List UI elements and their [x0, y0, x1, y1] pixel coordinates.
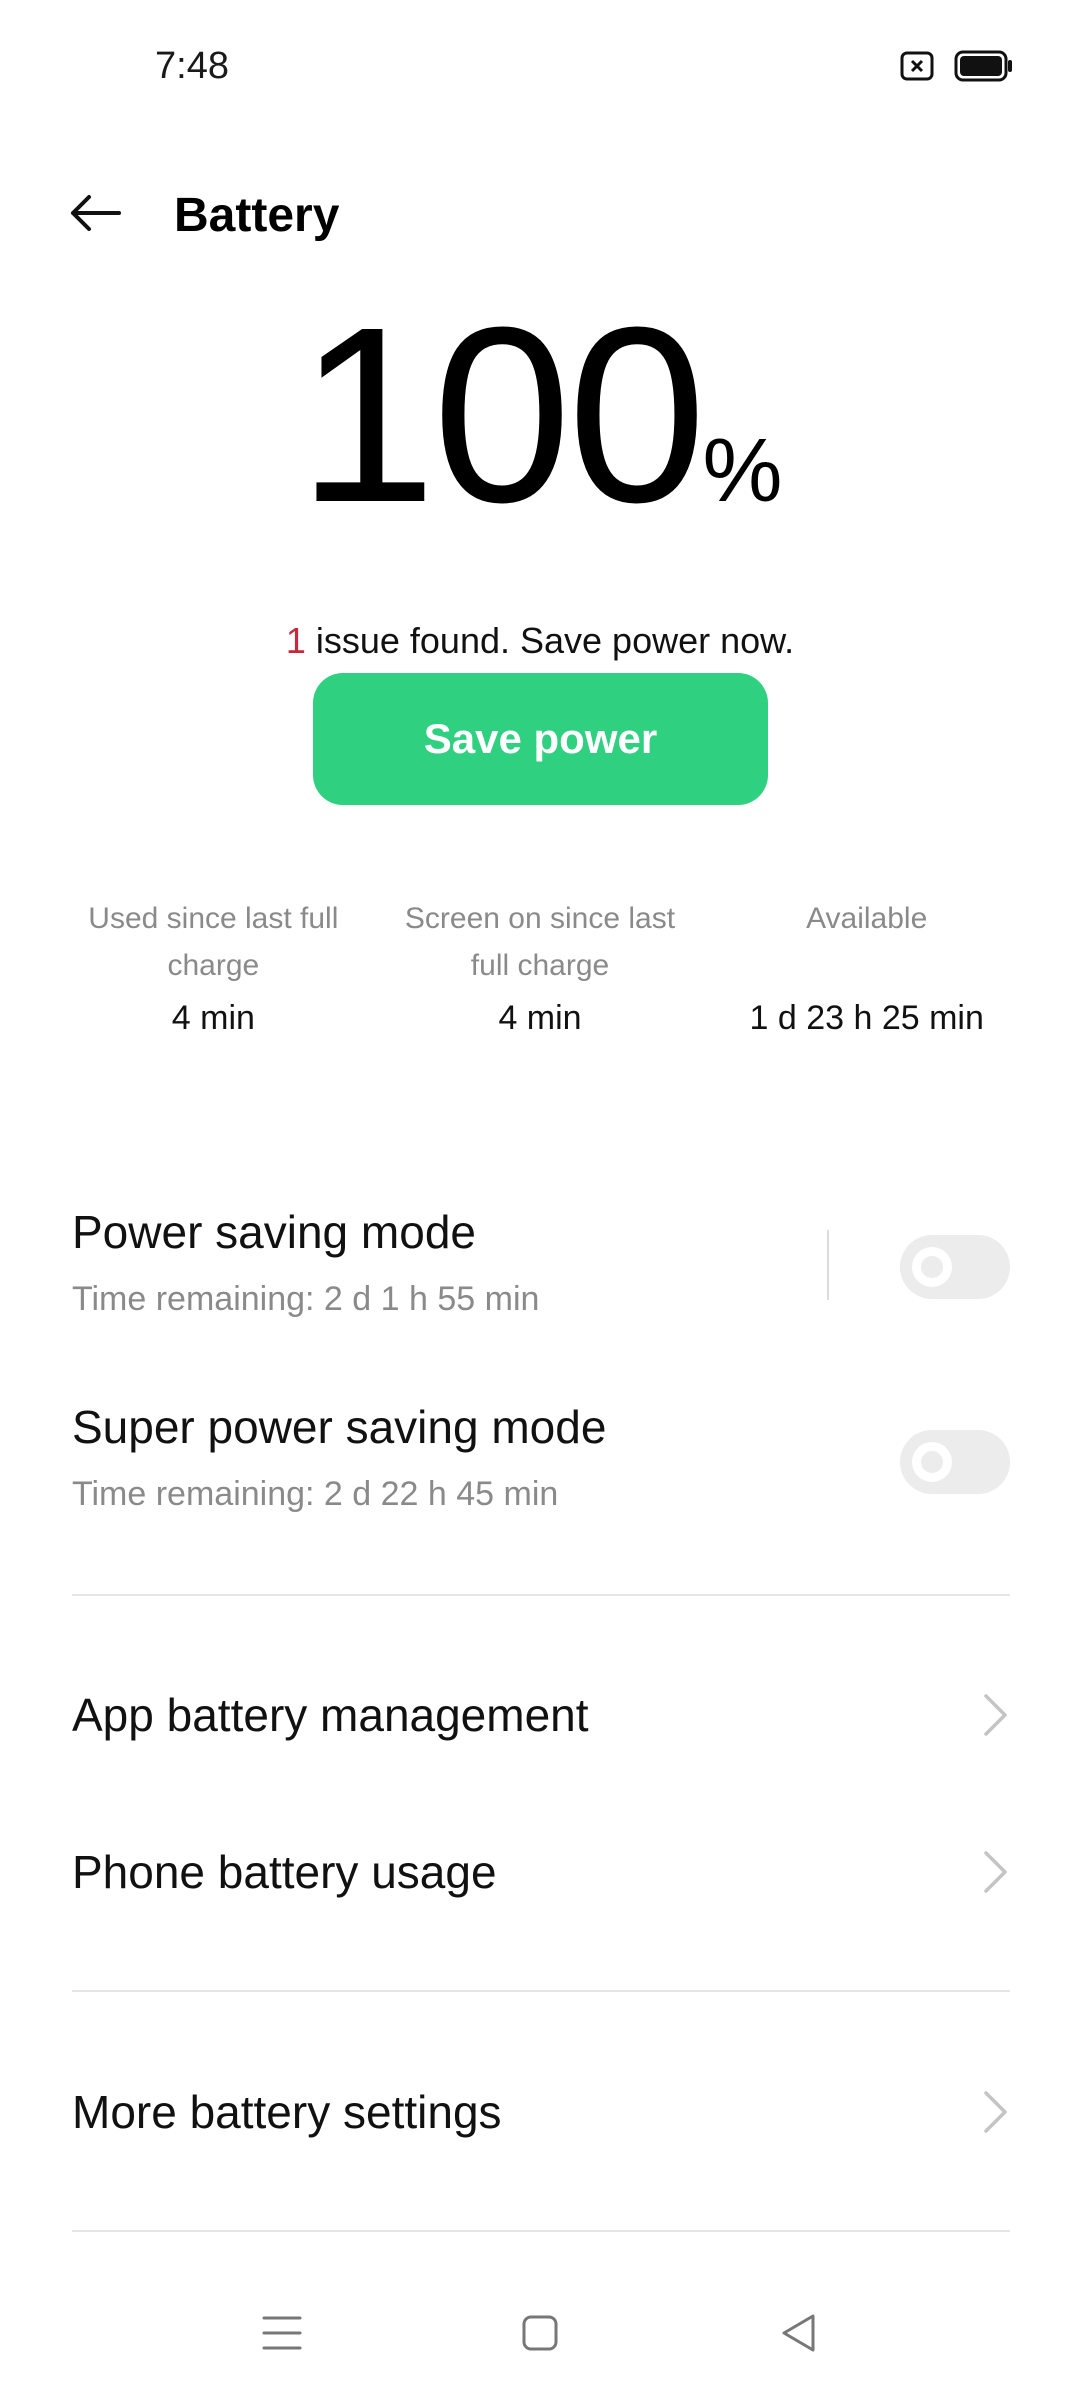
app-battery-management-item[interactable]: App battery management: [72, 1660, 1010, 1770]
power-saving-mode-row[interactable]: Power saving mode Time remaining: 2 d 1 …: [72, 1205, 1010, 1335]
back-button[interactable]: [60, 190, 130, 240]
stat-screen-on: Screen on since last full charge 4 min: [377, 895, 704, 1038]
stat-value: 4 min: [498, 999, 582, 1037]
power-saving-mode-toggle[interactable]: [900, 1235, 1010, 1299]
super-power-saving-mode-toggle[interactable]: [900, 1430, 1010, 1494]
stat-value: 4 min: [171, 999, 255, 1037]
super-power-saving-mode-remaining: Time remaining: 2 d 22 h 45 min: [72, 1475, 559, 1513]
stat-label: Used since last full charge: [88, 902, 339, 982]
section-divider: [72, 1594, 1010, 1596]
battery-percent-value: 100: [297, 275, 706, 554]
status-time: 7:48: [155, 45, 229, 87]
battery-percent-sign: %: [702, 421, 783, 521]
power-saving-mode-title: Power saving mode: [72, 1206, 476, 1258]
save-power-button[interactable]: Save power: [313, 673, 768, 805]
header: Battery: [0, 170, 1080, 260]
more-battery-settings-item[interactable]: More battery settings: [72, 2057, 1010, 2167]
more-battery-settings-label: More battery settings: [72, 2086, 502, 2138]
phone-battery-usage-label: Phone battery usage: [72, 1846, 497, 1898]
battery-icon: [954, 50, 1014, 87]
chevron-right-icon: [980, 2089, 1010, 2135]
recent-apps-button[interactable]: [252, 2305, 312, 2365]
super-power-saving-mode-title: Super power saving mode: [72, 1401, 607, 1453]
section-divider: [72, 1990, 1010, 1992]
back-arrow-icon: [69, 193, 121, 238]
home-square-icon: [520, 2313, 560, 2358]
toggle-knob: [912, 1442, 952, 1482]
power-saving-mode-remaining: Time remaining: 2 d 1 h 55 min: [72, 1280, 540, 1318]
row-separator: [827, 1230, 829, 1300]
stat-label: Available: [806, 902, 928, 935]
battery-percent: 100%: [0, 290, 1080, 540]
back-nav-button[interactable]: [768, 2305, 828, 2365]
chevron-right-icon: [980, 1849, 1010, 1895]
status-bar: 7:48: [0, 0, 1080, 140]
stat-available: Available 1 d 23 h 25 min: [703, 895, 1030, 1038]
toggle-knob: [912, 1247, 952, 1287]
stat-label: Screen on since last full charge: [404, 902, 676, 982]
issue-text: issue found. Save power now.: [305, 620, 795, 661]
issue-count: 1: [285, 620, 306, 661]
home-button[interactable]: [510, 2305, 570, 2365]
stat-value: 1 d 23 h 25 min: [749, 999, 984, 1037]
issue-message: 1 issue found. Save power now.: [0, 620, 1080, 662]
page-title: Battery: [174, 189, 340, 242]
system-navigation-bar: [0, 2290, 1080, 2380]
chevron-right-icon: [980, 1692, 1010, 1738]
sim-error-icon: [900, 51, 934, 86]
phone-battery-usage-item[interactable]: Phone battery usage: [72, 1817, 1010, 1927]
app-battery-management-label: App battery management: [72, 1689, 589, 1741]
menu-lines-icon: [261, 2313, 303, 2358]
super-power-saving-mode-row[interactable]: Super power saving mode Time remaining: …: [72, 1400, 1010, 1530]
status-icons: [900, 50, 1014, 87]
section-divider: [72, 2230, 1010, 2232]
back-triangle-icon: [778, 2312, 818, 2359]
battery-stats: Used since last full charge 4 min Screen…: [50, 895, 1030, 1038]
stat-used-since-charge: Used since last full charge 4 min: [50, 895, 377, 1038]
